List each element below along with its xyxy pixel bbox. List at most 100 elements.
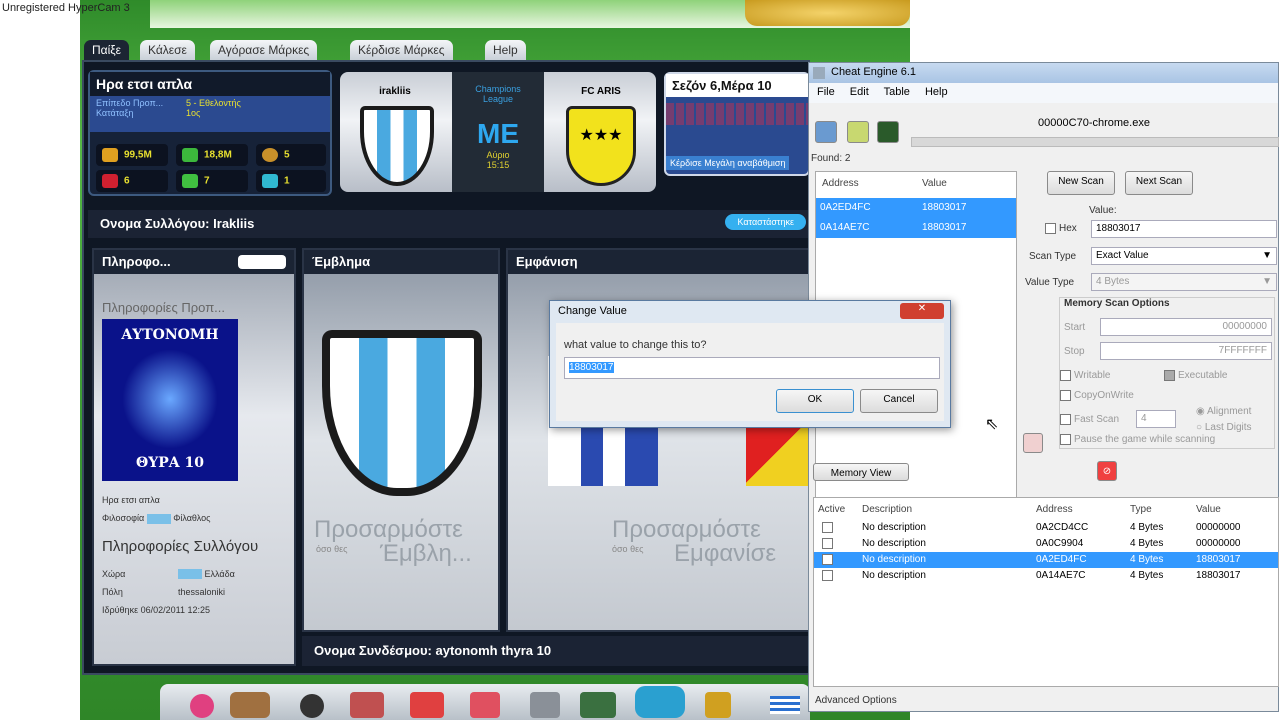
red-gem-value: 6: [124, 175, 130, 187]
result-row[interactable]: 0A14AE7C 18803017: [816, 218, 1016, 238]
tab-buy-chips[interactable]: Αγόρασε Μάρκες: [210, 40, 318, 60]
fastscan-input[interactable]: 4: [1136, 410, 1176, 428]
app-icon: [813, 67, 825, 79]
training-icon[interactable]: [470, 692, 500, 718]
emblem-panel[interactable]: Έμβλημα Προσαρμόστε όσο θες Έμβλη...: [302, 248, 500, 632]
appearance-cta-2: Εμφανίσε: [674, 540, 777, 567]
next-scan-button[interactable]: Next Scan: [1125, 171, 1193, 195]
open-file-icon[interactable]: [847, 121, 869, 143]
cell-type: 4 Bytes: [1130, 522, 1164, 533]
league-icon[interactable]: [635, 686, 685, 718]
open-process-icon[interactable]: [815, 121, 837, 143]
green-gem-value: 7: [204, 175, 210, 187]
home-team-shield: [360, 106, 434, 186]
cell-type: 4 Bytes: [1130, 538, 1164, 549]
stadium-icon[interactable]: [580, 692, 616, 718]
season-box: Σεζόν 6,Μέρα 10 Κέρδισε Μεγάλη αναβάθμισ…: [664, 72, 810, 176]
address-table-row[interactable]: No description 0A14AE7C 4 Bytes 18803017: [814, 568, 1278, 584]
shop-icon[interactable]: [410, 692, 444, 718]
value-label: Value:: [1089, 205, 1117, 216]
toolbar-icon[interactable]: [190, 694, 214, 718]
active-checkbox[interactable]: [822, 570, 833, 581]
match-info: Champions League ΜΕ Αύριο 15:15: [452, 72, 544, 192]
start-address-input[interactable]: 00000000: [1100, 318, 1272, 336]
ball-icon[interactable]: [300, 694, 324, 718]
stop-address-input[interactable]: 7FFFFFFF: [1100, 342, 1272, 360]
match-day: Αύριο: [486, 150, 510, 160]
writable-checkbox[interactable]: [1060, 370, 1071, 381]
value-type-select[interactable]: 4 Bytes ▼: [1091, 273, 1277, 291]
level-label: Επίπεδο Προπ...: [96, 98, 164, 108]
result-row[interactable]: 0A2ED4FC 18803017: [816, 198, 1016, 218]
level-value: 5 - Εθελοντής: [186, 98, 241, 108]
new-scan-button[interactable]: New Scan: [1047, 171, 1115, 195]
settings-icon[interactable]: [530, 692, 560, 718]
players-icon[interactable]: [230, 692, 270, 718]
scan-type-label: Scan Type: [1029, 251, 1077, 262]
address-table-row[interactable]: No description 0A2CD4CC 4 Bytes 00000000: [814, 520, 1278, 536]
new-value-input[interactable]: 18803017: [564, 357, 940, 379]
green-gem-icon: [182, 174, 198, 188]
fastscan-checkbox[interactable]: [1060, 414, 1071, 425]
address-table: Active Description Address Type Value No des…: [813, 497, 1279, 687]
tactics-icon[interactable]: [350, 692, 384, 718]
cancel-button[interactable]: Cancel: [860, 389, 938, 413]
club-emblem: [322, 330, 482, 496]
tab-play[interactable]: Παίξε: [84, 40, 129, 60]
active-checkbox[interactable]: [822, 554, 833, 565]
pause-checkbox[interactable]: [1060, 434, 1071, 445]
copyonwrite-checkbox[interactable]: [1060, 390, 1071, 401]
alignment-radio[interactable]: Alignment: [1207, 406, 1251, 417]
manager-name: Ηρα ετσι απλα: [90, 72, 330, 96]
advanced-options[interactable]: Advanced Options: [815, 695, 897, 706]
manager-box: Ηρα ετσι απλα Επίπεδο Προπ... 5 - Εθελοντ…: [88, 70, 332, 196]
money-value: 18,8M: [204, 149, 232, 161]
menu-help[interactable]: Help: [925, 86, 948, 98]
executable-checkbox[interactable]: [1164, 370, 1175, 381]
club-action-button[interactable]: Καταστάστηκε: [725, 214, 806, 230]
address-table-row[interactable]: No description 0A0C9904 4 Bytes 00000000: [814, 536, 1278, 552]
scan-type-select[interactable]: Exact Value ▼: [1091, 247, 1277, 265]
active-checkbox[interactable]: [822, 538, 833, 549]
menu-file[interactable]: File: [817, 86, 835, 98]
club-name-bar: Ονομα Συλλόγου: Irakliis Καταστάστηκε: [88, 210, 810, 238]
save-icon[interactable]: [877, 121, 899, 143]
menu-edit[interactable]: Edit: [850, 86, 869, 98]
trophy-value: 99,5M: [124, 149, 152, 161]
tab-invite[interactable]: Κάλεσε: [140, 40, 195, 60]
money-icon: [182, 148, 198, 162]
info-panel-toggle[interactable]: [238, 255, 286, 269]
scan-value-input[interactable]: 18803017: [1091, 220, 1277, 238]
club-info-heading: Πληροφορίες Συλλόγου: [102, 537, 259, 555]
season-title: Σεζόν 6,Μέρα 10: [666, 74, 808, 97]
blue-gem-value: 1: [284, 175, 290, 187]
trophy-cup-icon[interactable]: [705, 692, 731, 718]
cell-desc: No description: [862, 570, 926, 581]
tab-earn-chips[interactable]: Κέρδισε Μάρκες: [350, 40, 453, 60]
close-icon[interactable]: ✕: [900, 303, 944, 319]
coach-avatar: ΑΥΤΟΝΟΜΗ ΘΥΡΑ 10: [102, 319, 238, 481]
greece-flag-icon[interactable]: [770, 696, 800, 714]
cell-address: 0A0C9904: [1036, 538, 1084, 549]
club-name: Irakliis: [213, 216, 255, 231]
philosophy-value: Φίλαθλος: [173, 513, 211, 523]
association-name: aytonomh thyra 10: [435, 643, 552, 658]
window-title: Cheat Engine 6.1: [831, 66, 917, 78]
competition: Champions League: [475, 84, 521, 104]
emblem-cta-small: όσο θες: [316, 544, 348, 554]
tab-help[interactable]: Help: [485, 40, 526, 60]
ok-button[interactable]: OK: [776, 389, 854, 413]
memory-view-button[interactable]: Memory View: [813, 463, 909, 481]
coach-name: Ηρα ετσι απλα: [102, 495, 160, 505]
active-checkbox[interactable]: [822, 522, 833, 533]
address-table-row[interactable]: No description 0A2ED4FC 4 Bytes 18803017: [814, 552, 1278, 568]
clear-list-icon[interactable]: ⊘: [1097, 461, 1117, 481]
settings-pointer-icon[interactable]: [1023, 433, 1043, 453]
menu-table[interactable]: Table: [884, 86, 910, 98]
rank-value: 1ος: [186, 108, 201, 118]
next-match-box[interactable]: irakliis Champions League ΜΕ Αύριο 15:15…: [340, 72, 656, 192]
lastdigits-radio[interactable]: Last Digits: [1205, 422, 1252, 433]
season-link[interactable]: Κέρδισε Μεγάλη αναβάθμιση: [666, 156, 790, 170]
hex-checkbox[interactable]: [1045, 223, 1056, 234]
bottom-toolbar: [160, 684, 810, 720]
